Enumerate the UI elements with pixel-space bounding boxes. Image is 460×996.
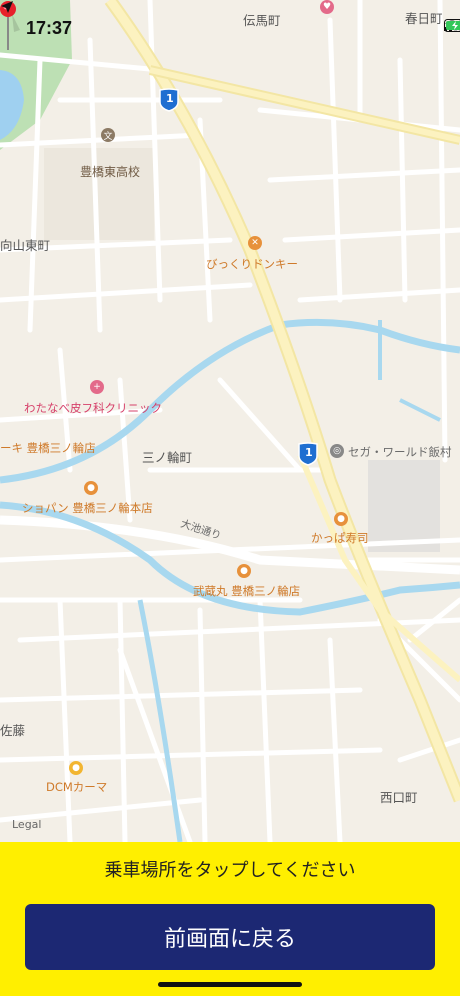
label-mukaiyamahigashi: 向山東町: [0, 238, 51, 253]
instruction-text: 乗車場所をタップしてください: [104, 860, 356, 881]
restaurant-icon: ✕: [248, 236, 262, 250]
status-time: 17:37: [26, 18, 73, 38]
label-watanabe: わたなべ皮フ科クリニック: [24, 401, 162, 415]
battery-charging-icon: [444, 19, 460, 32]
school-icon: 文: [101, 128, 115, 142]
map-view[interactable]: 17:37 伝馬町 ♥ 春日町 1 文 豊橋東高校 向山東町 ✕ びっくりドンキ…: [0, 0, 460, 842]
location-arrow-icon: [1, 1, 13, 13]
store-icon: ●: [69, 761, 83, 775]
label-nishiguchi: 西口町: [380, 790, 418, 805]
home-indicator[interactable]: [158, 982, 302, 987]
label-sega: セガ・ワールド飯村: [348, 445, 452, 459]
back-button[interactable]: 前画面に戻る: [25, 904, 435, 970]
bottom-panel: 乗車場所をタップしてください 前画面に戻る: [0, 842, 460, 996]
label-highschool: 豊橋東高校: [80, 165, 141, 179]
map-roads: [0, 0, 460, 842]
bakery-icon: ●: [84, 481, 98, 495]
label-sato: 佐藤: [0, 723, 26, 738]
sushi-icon: ●: [334, 512, 348, 526]
restaurant-icon-2: ●: [237, 564, 251, 578]
label-chopin: ショパン 豊橋三ノ輪本店: [22, 501, 153, 515]
label-musashimaru: 武蔵丸 豊橋三ノ輪店: [193, 584, 301, 598]
route-1-label-2: 1: [305, 446, 313, 459]
amusement-icon: ◎: [330, 444, 344, 458]
label-bikkuri: びっくりドンキー: [206, 257, 298, 271]
route-1-label: 1: [166, 92, 174, 105]
status-bar: 17:37: [0, 0, 460, 54]
clinic-icon: +: [90, 380, 104, 394]
label-cake: ーキ 豊橋三ノ輪店: [0, 441, 96, 455]
label-dcm: DCMカーマ: [46, 780, 108, 794]
label-kappa: かっぱ寿司: [311, 531, 369, 545]
label-sannowa: 三ノ輪町: [142, 450, 193, 465]
legal-link[interactable]: Legal: [12, 818, 41, 831]
